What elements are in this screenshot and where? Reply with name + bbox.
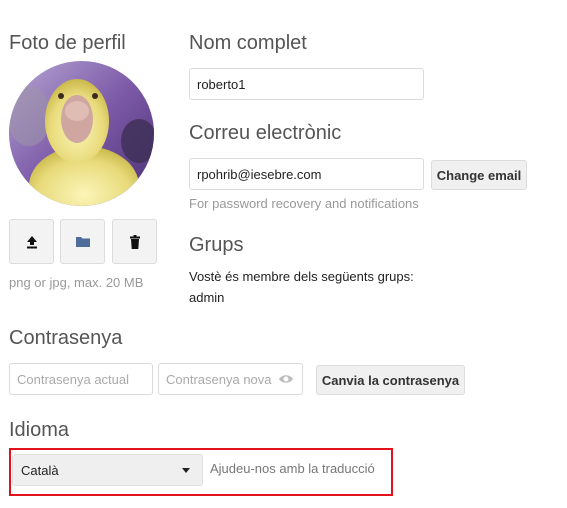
choose-from-files-button[interactable] — [60, 219, 105, 264]
change-email-button[interactable]: Change email — [431, 160, 527, 190]
current-password-input[interactable] — [9, 363, 153, 395]
change-password-button[interactable]: Canvia la contrasenya — [316, 365, 465, 395]
email-input[interactable] — [189, 158, 424, 190]
eye-icon[interactable] — [278, 373, 294, 385]
folder-icon — [75, 237, 90, 247]
avatar — [9, 61, 154, 206]
personal-settings-page: Foto de perfil png or jpg, max. 20 MB No… — [0, 0, 567, 508]
language-title: Idioma — [9, 419, 70, 441]
trash-icon — [129, 234, 140, 249]
email-title: Correu electrònic — [189, 122, 342, 144]
chevron-down-icon — [182, 468, 190, 473]
new-password-field — [158, 363, 303, 395]
avatar-image — [9, 61, 154, 206]
language-selected-value: Català — [21, 462, 59, 478]
email-hint: For password recovery and notifications — [189, 196, 419, 211]
groups-description: Vostè és membre dels següents grups: — [189, 269, 414, 284]
delete-avatar-button[interactable] — [112, 219, 157, 264]
upload-icon — [26, 235, 37, 248]
language-select[interactable]: Català — [12, 454, 203, 486]
password-title: Contrasenya — [9, 327, 123, 349]
avatar-hint: png or jpg, max. 20 MB — [9, 275, 144, 290]
profile-picture-title: Foto de perfil — [9, 32, 126, 54]
upload-button[interactable] — [9, 219, 54, 264]
full-name-title: Nom complet — [189, 32, 307, 54]
groups-title: Grups — [189, 234, 244, 256]
groups-list: admin — [189, 290, 225, 305]
help-translate-link[interactable]: Ajudeu-nos amb la traducció — [210, 461, 375, 476]
full-name-input[interactable] — [189, 68, 424, 100]
